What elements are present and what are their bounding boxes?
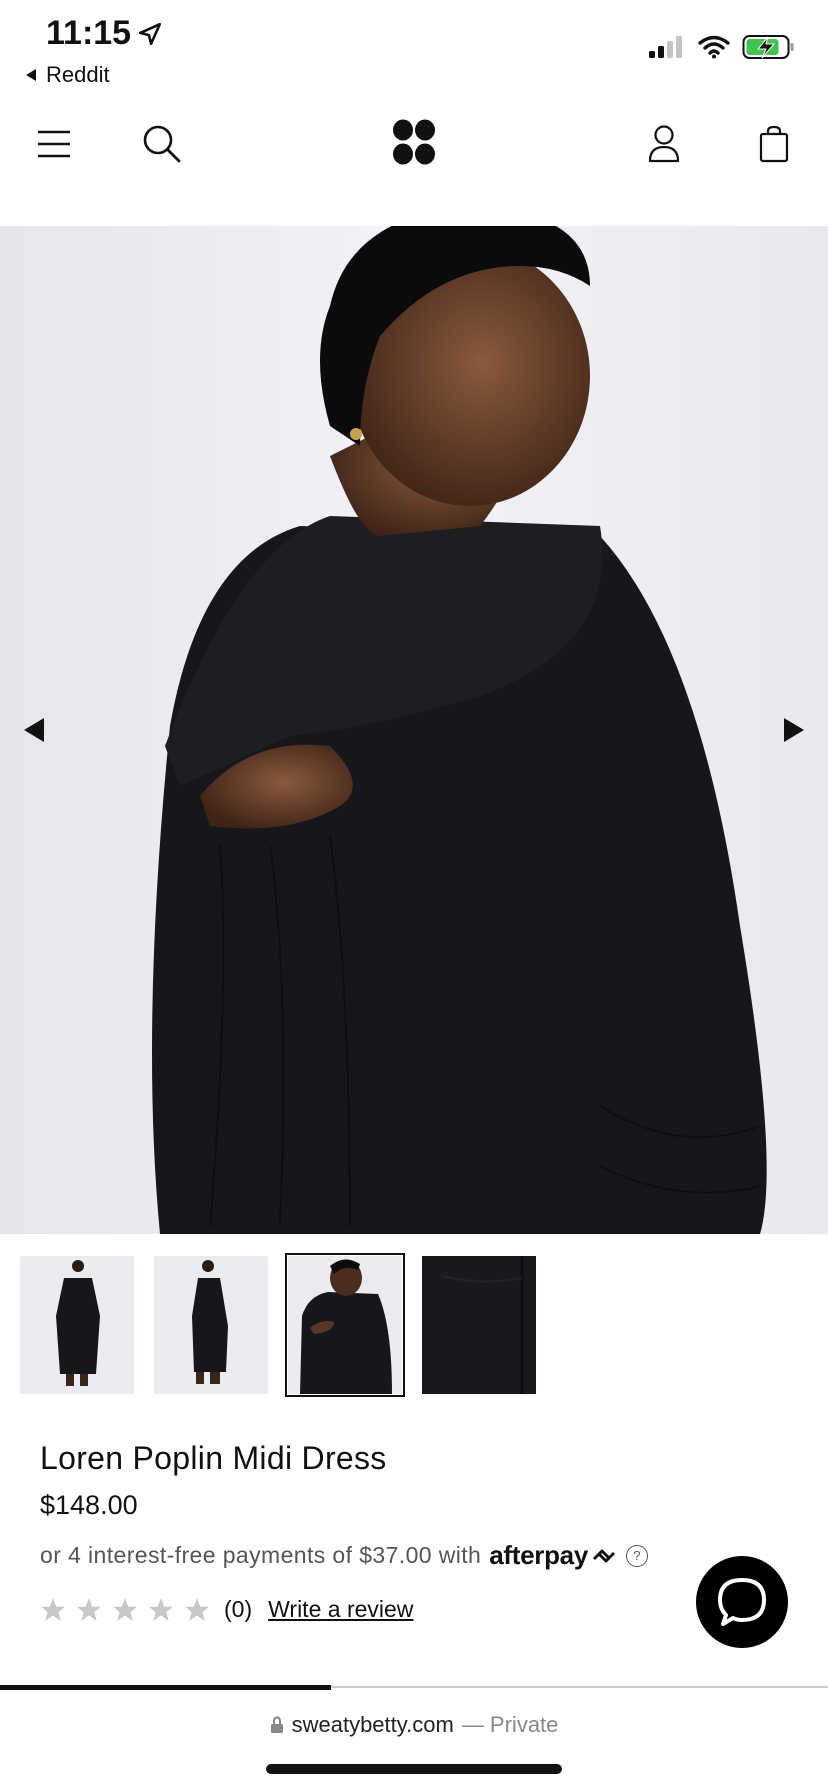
star-icon [41, 1597, 65, 1621]
back-triangle-icon [26, 69, 36, 81]
star-icon [113, 1597, 137, 1621]
thumbnail-side[interactable] [154, 1256, 268, 1394]
model-back-view-illustration [0, 226, 828, 1234]
search-icon[interactable] [140, 122, 184, 166]
cellular-signal-icon [649, 36, 682, 58]
url-domain: sweatybetty.com [291, 1712, 454, 1737]
product-main-image[interactable] [0, 226, 828, 1234]
hamburger-menu-icon[interactable] [34, 124, 74, 164]
site-header [0, 100, 828, 192]
chat-button[interactable] [696, 1556, 788, 1648]
star-icon [185, 1597, 209, 1621]
location-arrow-icon [139, 22, 162, 45]
home-indicator[interactable] [266, 1764, 562, 1774]
wifi-icon [698, 35, 730, 59]
sweaty-betty-logo[interactable] [390, 118, 438, 166]
status-indicators [648, 34, 796, 60]
account-icon[interactable] [642, 122, 686, 166]
afterpay-arrows-icon [592, 1549, 616, 1562]
url-display[interactable]: sweatybetty.com — Private [0, 1712, 828, 1738]
lock-icon [270, 1716, 283, 1733]
installment-text: or 4 interest-free payments of $37.00 wi… [40, 1542, 482, 1568]
afterpay-info-icon[interactable]: ? [626, 1544, 649, 1567]
arrow-left-icon[interactable] [12, 708, 56, 752]
product-title: Loren Poplin Midi Dress [40, 1440, 387, 1476]
review-count: (0) [224, 1596, 253, 1622]
thumbnail-fabric[interactable] [422, 1256, 536, 1394]
product-price: $148.00 [40, 1490, 138, 1520]
afterpay-installment-info: or 4 interest-free payments of $37.00 wi… [40, 1540, 649, 1571]
shopping-bag-icon[interactable] [752, 122, 796, 166]
star-rating [40, 1597, 210, 1623]
status-time: 11:15 [46, 14, 163, 53]
chat-bubble-icon [718, 1578, 766, 1626]
star-icon [77, 1597, 101, 1621]
arrow-right-icon[interactable] [772, 708, 816, 752]
thumbnail-strip [20, 1253, 536, 1397]
star-icon [149, 1597, 173, 1621]
browser-url-bar[interactable] [0, 1690, 828, 1792]
private-label: — Private [461, 1712, 559, 1737]
back-to-app-link[interactable]: Reddit [24, 62, 110, 88]
thumbnail-front[interactable] [20, 1256, 134, 1394]
rating-row: (0) Write a review [40, 1596, 413, 1623]
thumbnail-back-closeup[interactable] [285, 1253, 405, 1397]
write-review-link[interactable]: Write a review [268, 1596, 413, 1623]
afterpay-logo: afterpay [489, 1540, 618, 1571]
battery-charging-icon [742, 35, 794, 59]
